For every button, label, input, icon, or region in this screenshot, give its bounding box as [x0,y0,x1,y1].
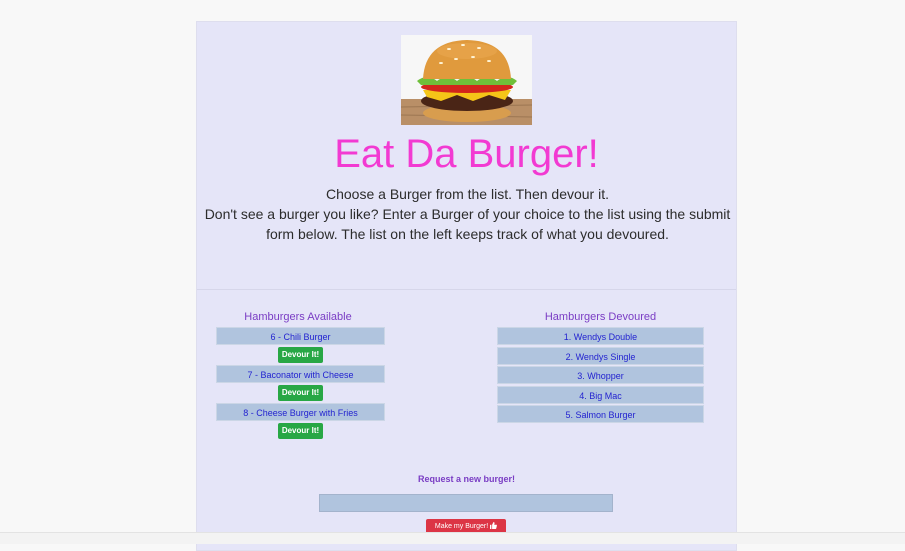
burger-name-input[interactable] [319,494,613,512]
intro-line-1: Choose a Burger from the list. Then devo… [326,186,609,202]
request-label: Request a new burger! [417,474,516,484]
page-title: Eat Da Burger! [334,132,599,176]
devoured-item: 5. Salmon Burger [497,405,704,423]
make-burger-label: Make my Burger! [434,523,489,530]
devour-button[interactable]: Devour It! [278,347,323,363]
devour-button[interactable]: Devour It! [278,423,323,439]
devour-button[interactable]: Devour It! [278,385,323,401]
bottom-bar [0,532,905,544]
intro-text: Choose a Burger from the list. Then devo… [197,184,738,244]
burger-illustration [401,35,532,125]
devoured-heading: Hamburgers Devoured [544,311,657,323]
divider [197,289,736,290]
burger-image [401,35,532,125]
available-item: 7 - Baconator with Cheese [216,365,385,383]
intro-line-2: Don't see a burger you like? Enter a Bur… [204,206,731,242]
thumbs-up-icon [490,522,498,529]
devoured-item: 1. Wendys Double [497,327,704,345]
devoured-item: 3. Whopper [497,366,704,384]
available-heading: Hamburgers Available [244,311,352,323]
available-item: 8 - Cheese Burger with Fries [216,403,385,421]
available-item: 6 - Chili Burger [216,327,385,345]
devoured-item: 2. Wendys Single [497,347,704,365]
devoured-item: 4. Big Mac [497,386,704,404]
burger-card: Eat Da Burger! Choose a Burger from the … [196,21,737,551]
